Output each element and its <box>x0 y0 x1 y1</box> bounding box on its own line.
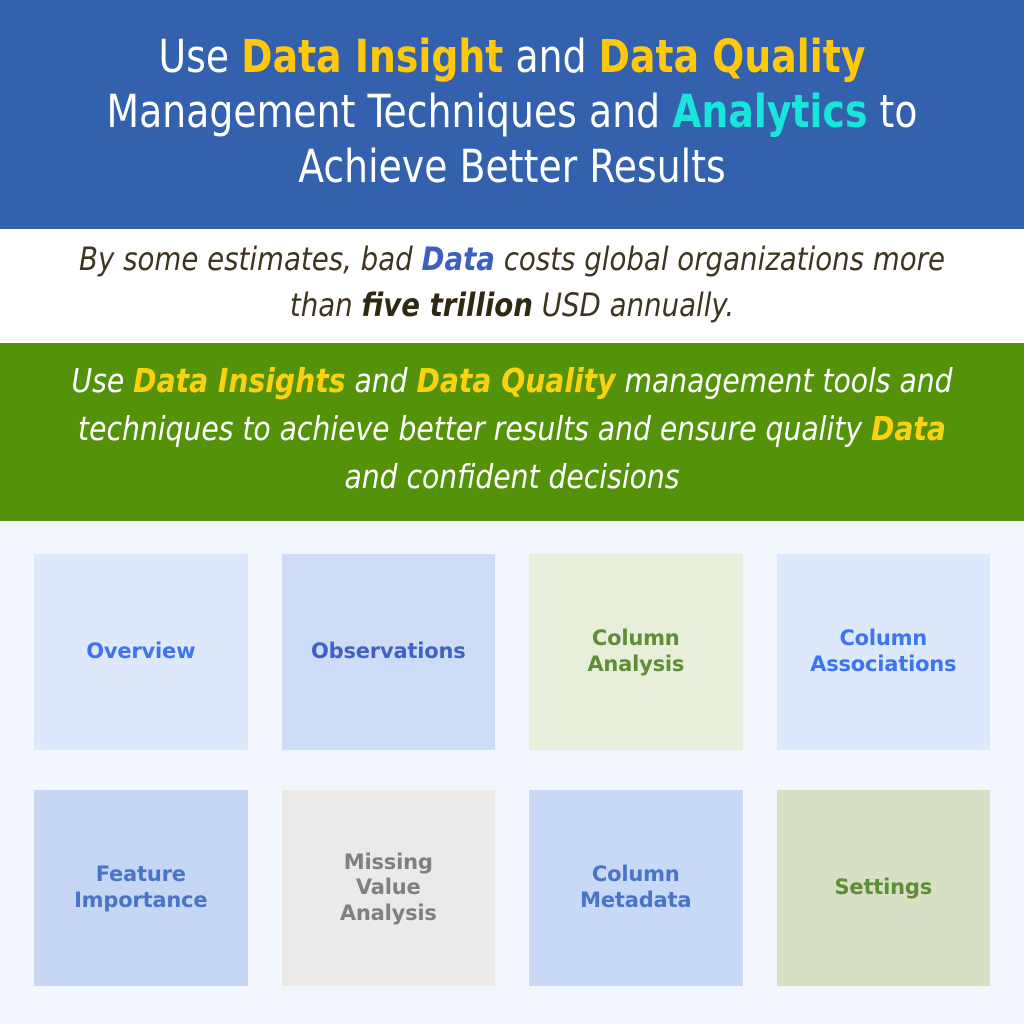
card-missing-value-analysis[interactable]: Missing Value Analysis <box>281 790 495 986</box>
green-highlight-data-insights: Data Insights <box>133 360 346 400</box>
title-line-3: Achieve Better Results <box>298 139 726 193</box>
card-row-1: Overview Observations Column Analysis Co… <box>34 554 990 750</box>
title-highlight-data-insight: Data Insight <box>241 30 504 83</box>
title-text-management: Management Techniques and <box>106 84 673 138</box>
subtitle-band: By some estimates, bad Data costs global… <box>0 228 1024 344</box>
green-text-post: and confident decisions <box>344 457 680 497</box>
card-observations[interactable]: Observations <box>281 554 495 750</box>
title-highlight-data-quality: Data Quality <box>598 30 866 83</box>
card-label: Overview <box>86 639 196 664</box>
green-highlight-data: Data <box>870 408 946 448</box>
title-text-use: Use <box>158 30 242 83</box>
card-row-2: Feature Importance Missing Value Analysi… <box>34 790 990 986</box>
green-text-pre: Use <box>71 360 134 400</box>
header-band: Use Data Insight and Data Quality Manage… <box>0 0 1024 229</box>
card-settings[interactable]: Settings <box>776 790 990 986</box>
subtitle-text-post: USD annually. <box>532 285 735 324</box>
title-highlight-analytics: Analytics <box>672 84 868 138</box>
card-column-analysis[interactable]: Column Analysis <box>529 554 743 750</box>
card-label: Settings <box>834 875 933 900</box>
card-feature-importance[interactable]: Feature Importance <box>34 790 248 986</box>
green-band-message: Use Data Insights and Data Quality manag… <box>50 357 973 502</box>
card-label: Column Metadata <box>580 862 692 912</box>
subtitle: By some estimates, bad Data costs global… <box>55 237 969 328</box>
page-title: Use Data Insight and Data Quality Manage… <box>62 30 962 195</box>
subtitle-highlight-data: Data <box>421 240 495 279</box>
card-overview[interactable]: Overview <box>34 554 248 750</box>
card-label: Observations <box>310 639 466 664</box>
subtitle-text-pre: By some estimates, bad <box>79 240 422 279</box>
feature-card-grid: Overview Observations Column Analysis Co… <box>0 521 1024 1024</box>
card-column-metadata[interactable]: Column Metadata <box>529 790 743 986</box>
green-band: Use Data Insights and Data Quality manag… <box>0 343 1024 521</box>
title-line-2: Management Techniques and Analytics to <box>107 85 918 138</box>
title-text-and: and <box>503 30 599 83</box>
title-text-to: to <box>867 84 918 138</box>
title-line-1: Use Data Insight and Data Quality <box>159 30 866 83</box>
green-highlight-data-quality: Data Quality <box>416 360 616 400</box>
card-label: Column Associations <box>810 626 957 676</box>
card-label: Missing Value Analysis <box>339 849 437 925</box>
infographic-page: Use Data Insight and Data Quality Manage… <box>0 0 1024 1024</box>
card-label: Feature Importance <box>74 862 208 912</box>
card-column-associations[interactable]: Column Associations <box>776 554 990 750</box>
subtitle-highlight-five-trillion: five trillion <box>361 285 533 324</box>
card-label: Column Analysis <box>587 626 685 676</box>
green-text-mid1: and <box>345 360 417 400</box>
